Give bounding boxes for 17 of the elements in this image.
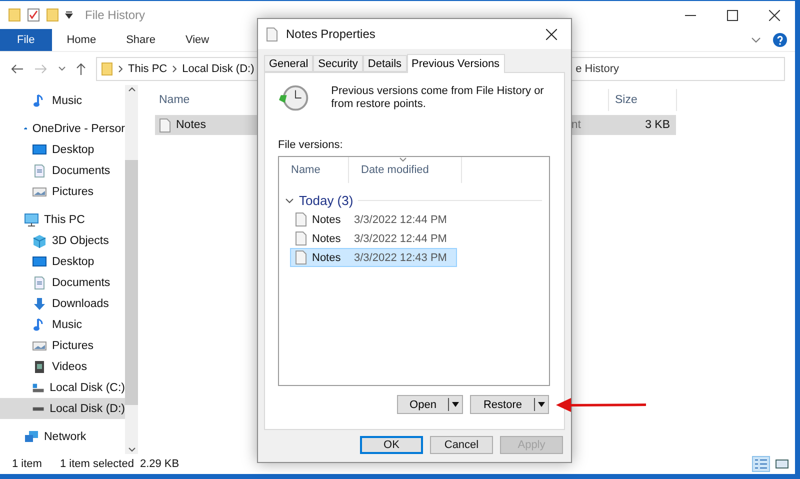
- version-name: Notes: [312, 232, 342, 244]
- file-type: nt: [571, 119, 581, 131]
- version-name: Notes: [312, 252, 342, 264]
- dialog-title: Notes Properties: [286, 27, 376, 41]
- status-text: 1 item selected: [60, 458, 134, 470]
- file-size: 3 KB: [644, 119, 671, 131]
- version-name: Notes: [312, 214, 342, 226]
- version-date: 3/3/2022 12:43 PM: [354, 252, 447, 264]
- file-name: Notes: [176, 119, 206, 131]
- info-text: Previous versions come from File History or from restore points.: [331, 85, 545, 112]
- version-date: 3/3/2022 12:44 PM: [354, 214, 447, 226]
- group-header: Today (3): [299, 192, 354, 208]
- version-date: 3/3/2022 12:44 PM: [354, 232, 447, 244]
- status-text: 2.29 KB: [140, 458, 180, 470]
- list-label: File versions:: [278, 139, 344, 151]
- window-title: File History: [85, 8, 146, 22]
- status-text: 1 item: [12, 458, 42, 470]
